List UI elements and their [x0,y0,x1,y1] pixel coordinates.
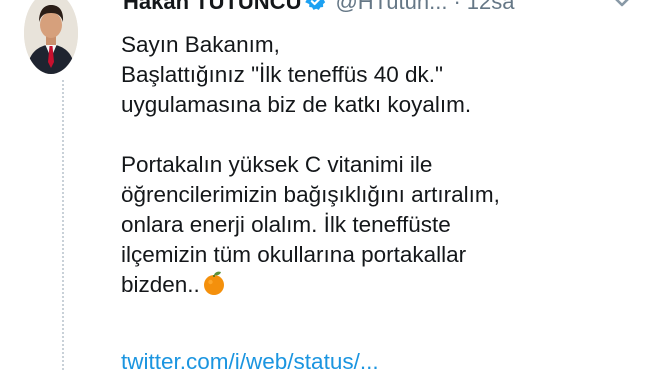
avatar[interactable] [24,0,78,74]
paragraph-break [121,120,641,150]
user-handle[interactable]: @HTutun... [335,0,447,14]
orange-emoji-icon [203,271,224,295]
tweet-line: ilçemizin tüm okullarına portakallar [121,242,467,267]
chevron-down-icon[interactable] [610,0,634,12]
tweet-line: Sayın Bakanım, [121,32,280,57]
tweet[interactable]: Hakan TÜTÜNCÜ @HTutun... · 12sa Sayın Bakan… [0,0,650,374]
separator-dot: · [453,0,461,14]
verified-badge-icon [305,0,326,10]
display-name[interactable]: Hakan TÜTÜNCÜ [123,0,301,14]
tweet-line-text: bizden.. [121,272,200,297]
tweet-header: Hakan TÜTÜNCÜ @HTutun... · 12sa [123,0,515,17]
tweet-line: Başlattığınız "İlk teneffüs 40 dk." [121,62,443,87]
timestamp[interactable]: 12sa [467,0,515,14]
tweet-line-last: bizden.. [121,270,641,300]
tweet-link[interactable]: twitter.com/i/web/status/... [121,347,379,377]
tweet-line: Portakalın yüksek C vitanimi ile [121,152,433,177]
tweet-line: uygulamasına biz de katkı koyalım. [121,92,472,117]
thread-line [62,80,64,370]
tweet-line: öğrencilerimizin bağışıklığını artıralım… [121,182,500,207]
tweet-text: Sayın Bakanım, Başlattığınız "İlk teneff… [121,30,641,300]
tweet-line: onlara enerji olalım. İlk teneffüste [121,212,451,237]
